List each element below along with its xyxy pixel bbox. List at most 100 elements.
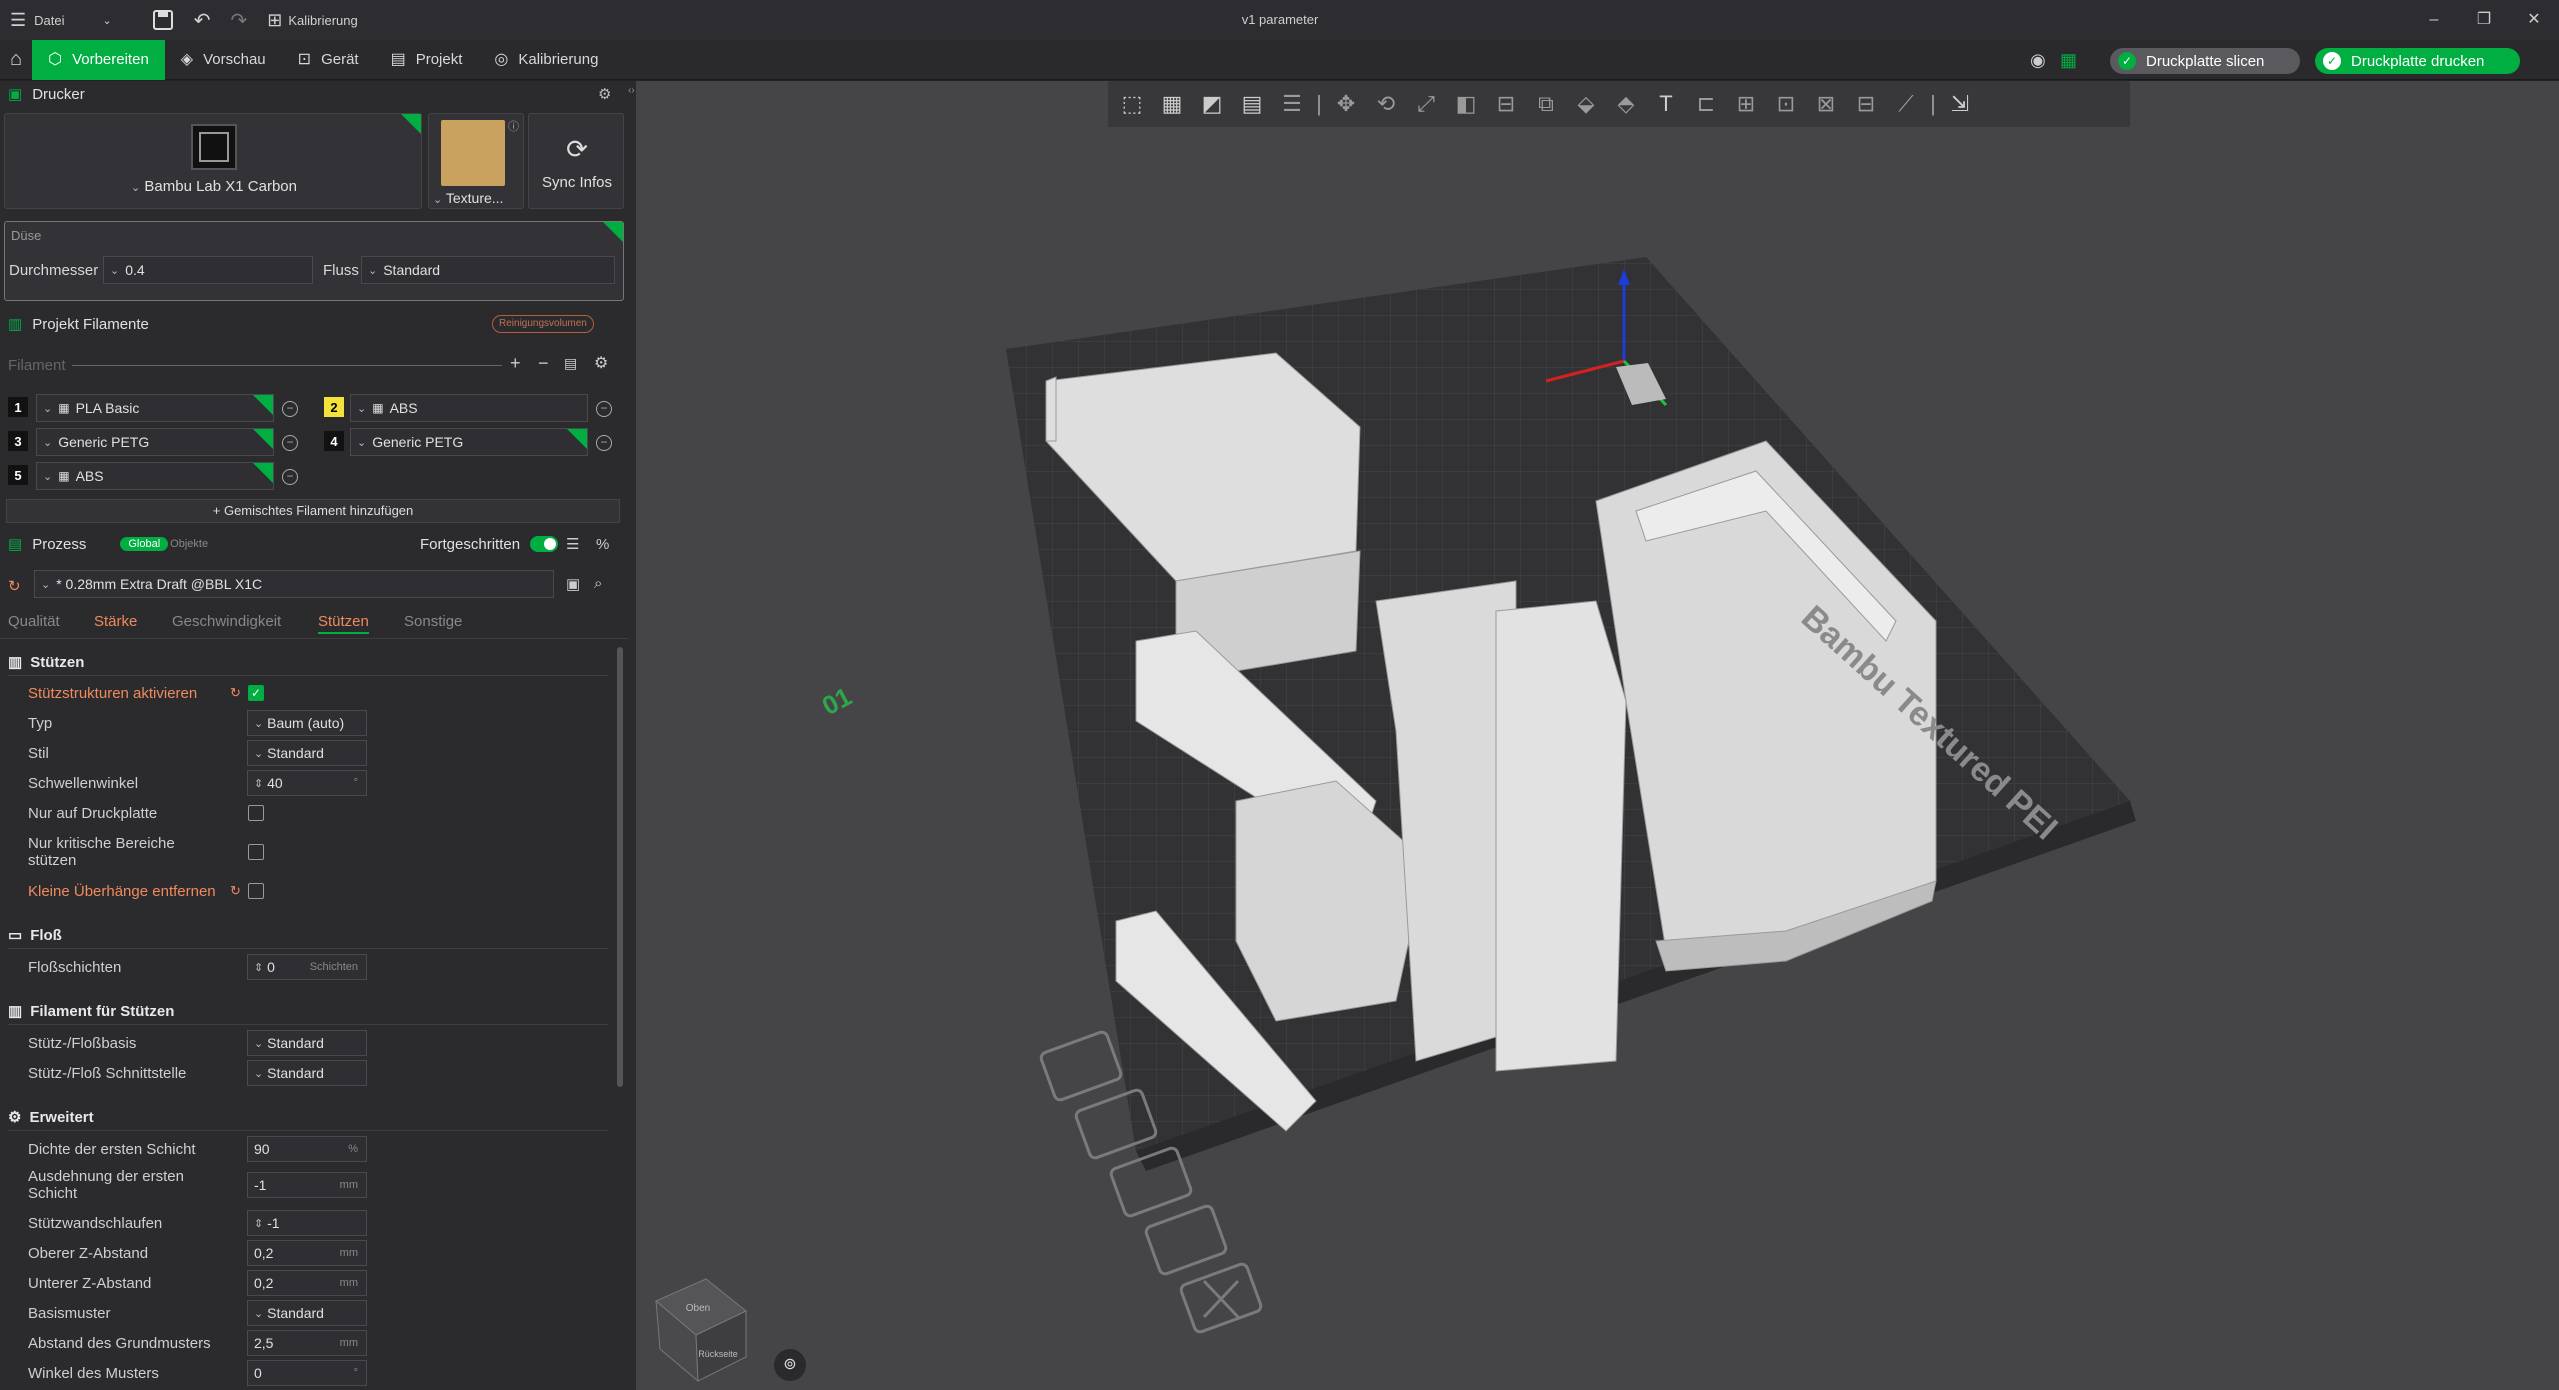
percent-icon[interactable]: % xyxy=(596,536,609,553)
network-icon[interactable]: ◉ xyxy=(2030,50,2046,71)
save-button[interactable] xyxy=(142,0,184,40)
tab-prepare[interactable]: ⬡ Vorbereiten xyxy=(32,39,165,80)
diameter-select[interactable]: ⌄ 0.4 xyxy=(103,256,313,284)
home-button[interactable]: ⌂ xyxy=(0,40,32,80)
plate-icon[interactable]: ▤ xyxy=(1234,86,1270,122)
pattern-angle-input[interactable]: 0 ° xyxy=(247,1360,367,1386)
tab-others[interactable]: Sonstige xyxy=(404,613,462,630)
scale-icon[interactable]: ⤢ xyxy=(1408,86,1444,122)
printer-selector[interactable]: ⌄ Bambu Lab X1 Carbon xyxy=(5,178,423,195)
tab-device[interactable]: ⊡ Gerät xyxy=(282,40,375,80)
arrange-grid-icon[interactable]: ▦ xyxy=(1154,86,1190,122)
purge-volume-button[interactable]: Reinigungsvolumen xyxy=(492,315,594,333)
top-z-distance-input[interactable]: 0,2 mm xyxy=(247,1240,367,1266)
support-paint-icon[interactable]: ⬙ xyxy=(1568,86,1604,122)
tab-speed[interactable]: Geschwindigkeit xyxy=(172,613,281,630)
print-plate-button[interactable]: ✓ Druckplatte drucken xyxy=(2315,48,2520,74)
restore-icon[interactable]: ❐ xyxy=(2459,0,2509,40)
remove-filament-2-icon[interactable]: − xyxy=(596,401,612,417)
gear-icon[interactable]: ⚙ xyxy=(598,85,611,103)
plate-grid-icon[interactable]: ▦ xyxy=(2060,50,2077,71)
close-icon[interactable]: ✕ xyxy=(2509,0,2559,40)
view-mode-icon[interactable]: ⇲ xyxy=(1942,86,1978,122)
orientation-cube[interactable]: Oben Rückseite xyxy=(655,1278,747,1383)
support-style-select[interactable]: ⌄ Standard xyxy=(247,740,367,766)
filament-3-select[interactable]: ⌄ Generic PETG xyxy=(36,428,274,456)
threshold-input[interactable]: ⇕ 40 ° xyxy=(247,770,367,796)
minimize-icon[interactable]: – xyxy=(2409,0,2459,40)
orient-icon[interactable]: ◩ xyxy=(1194,86,1230,122)
assembly-icon[interactable]: ⊞ xyxy=(1728,86,1764,122)
raft-layers-input[interactable]: ⇕ 0 Schichten xyxy=(247,954,367,980)
3d-viewport[interactable]: Bambu Textured PEI 01 Oben Rückseite ⊚ xyxy=(636,81,2559,1390)
support-enable-checkbox[interactable]: ✓ xyxy=(248,685,264,701)
add-mixed-filament-button[interactable]: + Gemischtes Filament hinzufügen xyxy=(6,499,620,523)
tab-quality[interactable]: Qualität xyxy=(8,613,60,630)
save-preset-icon[interactable]: ▣ xyxy=(566,575,580,593)
collapse-icon[interactable]: ‹› xyxy=(628,85,635,96)
base-pattern-select[interactable]: ⌄ Standard xyxy=(247,1300,367,1326)
objects-toggle[interactable]: Objekte xyxy=(170,538,208,550)
support-type-select[interactable]: ⌄ Baum (auto) xyxy=(247,710,367,736)
support-base-select[interactable]: ⌄ Standard xyxy=(247,1030,367,1056)
tab-preview[interactable]: ◈ Vorschau xyxy=(165,40,282,80)
remove-icon[interactable]: − xyxy=(538,353,549,374)
list-icon[interactable]: ☰ xyxy=(566,535,579,553)
svg-icon[interactable]: ⊟ xyxy=(1848,86,1884,122)
ruler-icon[interactable]: ⟋ xyxy=(1888,86,1924,122)
process-preset-select[interactable]: ⌄ * 0.28mm Extra Draft @BBL X1C xyxy=(34,570,554,598)
filament-4-select[interactable]: ⌄ Generic PETG xyxy=(350,428,588,456)
reset-icon[interactable]: ↻ xyxy=(8,577,21,595)
reset-icon[interactable]: ↻ xyxy=(230,685,241,701)
filament-2-select[interactable]: ⌄ ▦ ABS xyxy=(350,394,588,422)
cut-icon[interactable]: ⊟ xyxy=(1488,86,1524,122)
seam-paint-icon[interactable]: ⬘ xyxy=(1608,86,1644,122)
remove-filament-4-icon[interactable]: − xyxy=(596,435,612,451)
printer-card[interactable]: ⌄ Bambu Lab X1 Carbon xyxy=(4,113,422,209)
move-icon[interactable]: ✥ xyxy=(1328,86,1364,122)
critical-only-checkbox[interactable] xyxy=(248,844,264,860)
rotate-icon[interactable]: ⟲ xyxy=(1368,86,1404,122)
tab-support[interactable]: Stützen xyxy=(318,613,369,634)
remove-filament-3-icon[interactable]: − xyxy=(282,435,298,451)
emboss-icon[interactable]: ⊠ xyxy=(1808,86,1844,122)
plate-card[interactable]: ⓘ ⌄ Texture... xyxy=(428,113,524,209)
info-icon[interactable]: ⓘ xyxy=(508,118,519,134)
remove-filament-5-icon[interactable]: − xyxy=(282,469,298,485)
brim-ears-icon[interactable]: ⊡ xyxy=(1768,86,1804,122)
calibration-button[interactable]: ⊞ Kalibrierung xyxy=(257,0,367,40)
text-icon[interactable]: T xyxy=(1648,86,1684,122)
plate-selector[interactable]: ⌄ Texture... xyxy=(433,190,503,206)
filament-5-select[interactable]: ⌄ ▦ ABS xyxy=(36,462,274,490)
measure-icon[interactable]: ⊏ xyxy=(1688,86,1724,122)
flow-select[interactable]: ⌄ Standard xyxy=(361,256,615,284)
sidebar-splitter[interactable]: ‹› xyxy=(628,81,636,1390)
tab-project[interactable]: ▤ Projekt xyxy=(375,40,479,80)
base-pattern-spacing-input[interactable]: 2,5 mm xyxy=(247,1330,367,1356)
undo-button[interactable]: ↶ xyxy=(184,0,221,40)
add-object-icon[interactable]: ⬚ xyxy=(1114,86,1150,122)
reset-icon[interactable]: ↻ xyxy=(230,883,241,899)
tab-strength[interactable]: Stärke xyxy=(94,613,137,630)
remove-small-checkbox[interactable] xyxy=(248,883,264,899)
slice-plate-button[interactable]: ✓ Druckplatte slicen xyxy=(2110,48,2300,74)
split-icon[interactable]: ☰ xyxy=(1274,86,1310,122)
add-icon[interactable]: + xyxy=(510,353,521,374)
zoom-to-fit-icon[interactable]: ⊚ xyxy=(774,1349,806,1381)
bottom-z-distance-input[interactable]: 0,2 mm xyxy=(247,1270,367,1296)
support-wall-loops-input[interactable]: ⇕ -1 xyxy=(247,1210,367,1236)
file-menu[interactable]: ☰ Datei ⌄ xyxy=(0,0,122,40)
search-icon[interactable]: ⌕ xyxy=(594,575,602,592)
tab-calibration[interactable]: ◎ Kalibrierung xyxy=(478,40,614,80)
mesh-boolean-icon[interactable]: ⧉ xyxy=(1528,86,1564,122)
sync-info-button[interactable]: ⟳ Sync Infos xyxy=(528,113,624,209)
redo-button[interactable]: ↷ xyxy=(220,0,257,40)
advanced-switch[interactable] xyxy=(530,536,558,552)
remove-filament-1-icon[interactable]: − xyxy=(282,401,298,417)
gear-icon[interactable]: ⚙ xyxy=(594,353,608,373)
first-layer-density-input[interactable]: 90% xyxy=(247,1136,367,1162)
filament-1-select[interactable]: ⌄ ▦ PLA Basic xyxy=(36,394,274,422)
global-toggle[interactable]: Global xyxy=(120,537,169,551)
edit-filament-icon[interactable]: ▤ xyxy=(564,355,577,372)
first-layer-expansion-input[interactable]: -1 mm xyxy=(247,1172,367,1198)
